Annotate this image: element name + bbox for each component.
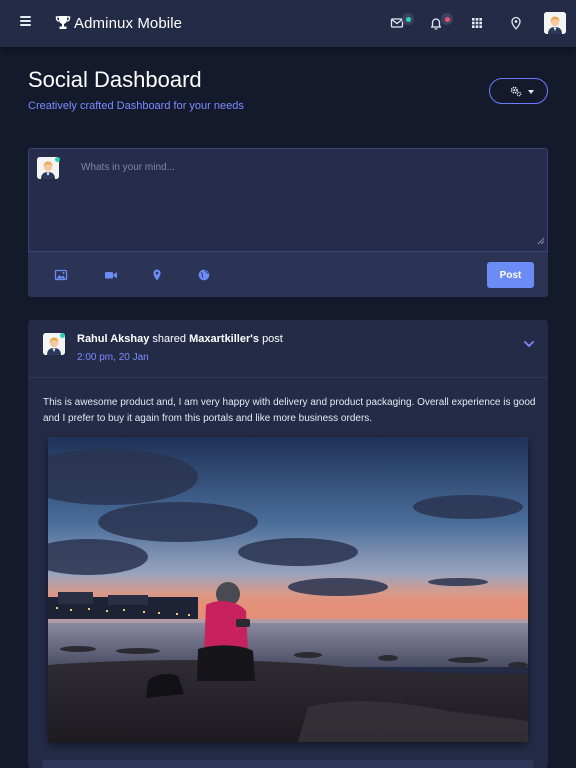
composer-input[interactable] [81, 162, 541, 248]
video-camera-icon[interactable] [104, 268, 118, 282]
post-author-name[interactable]: Rahul Akshay [77, 333, 149, 345]
post-footer [43, 760, 533, 768]
post-text: This is awesome product and, I am very h… [43, 397, 536, 424]
post-composer: Post [28, 148, 548, 297]
trophy-icon [55, 16, 71, 29]
avatar-image [544, 12, 566, 34]
post-card: Rahul Akshay shared Maxartkiller's post … [28, 320, 548, 768]
caret-down-icon [528, 90, 534, 94]
brand-name: Adminux Mobile [74, 14, 183, 32]
apps-grid-icon [472, 18, 482, 28]
notification-badge [441, 13, 453, 25]
online-status-dot [55, 157, 60, 162]
post-author-line: Rahul Akshay shared Maxartkiller's post [77, 333, 283, 345]
menu-icon[interactable] [20, 16, 33, 28]
brand[interactable]: Adminux Mobile [55, 13, 182, 33]
post-target-name[interactable]: Maxartkiller's [189, 333, 259, 345]
gears-icon [510, 86, 522, 97]
post-author-online-dot [60, 333, 65, 338]
post-header: Rahul Akshay shared Maxartkiller's post … [28, 320, 548, 378]
mail-badge [402, 13, 414, 25]
page-subtitle: Creatively crafted Dashboard for your ne… [28, 100, 244, 112]
composer-body [28, 148, 548, 252]
globe-icon[interactable] [197, 268, 211, 282]
post-button[interactable]: Post [487, 262, 534, 288]
user-avatar[interactable] [544, 12, 566, 34]
post-timestamp: 2:00 pm, 20 Jan [77, 352, 149, 363]
settings-dropdown-button[interactable] [489, 78, 548, 104]
top-navbar: Adminux Mobile [0, 0, 576, 47]
post-object: post [262, 333, 283, 345]
map-marker-icon[interactable] [150, 268, 164, 282]
post-action: shared [152, 333, 187, 345]
composer-toolbar: Post [28, 252, 548, 297]
resize-grip-icon[interactable] [537, 237, 545, 245]
page-title: Social Dashboard [28, 67, 202, 92]
image-icon[interactable] [54, 268, 68, 282]
post-photo[interactable] [48, 437, 528, 742]
chevron-down-icon[interactable] [523, 338, 535, 350]
location-button[interactable] [508, 14, 526, 32]
location-pin-icon [511, 16, 521, 30]
apps-button[interactable] [469, 14, 487, 32]
post-photo-image [48, 437, 528, 742]
